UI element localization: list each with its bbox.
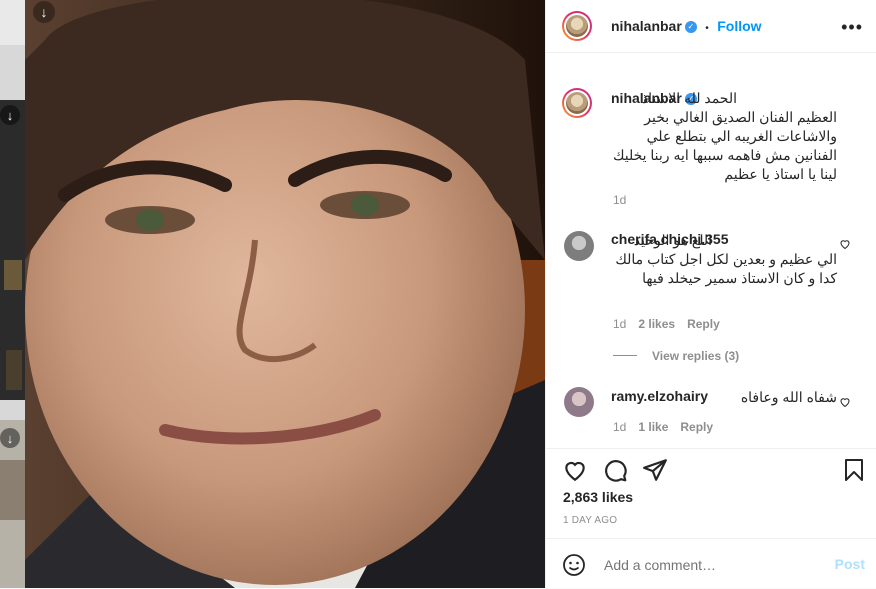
comment-likes[interactable]: 1 like xyxy=(638,420,668,434)
caption-timestamp: 1d xyxy=(613,193,627,207)
comment-timestamp: 1d xyxy=(613,317,627,331)
download-icon[interactable]: ↓ xyxy=(0,105,20,125)
download-icon[interactable]: ↓ xyxy=(0,428,20,448)
likes-count[interactable]: 2,863 likes xyxy=(563,489,633,505)
comment-likes[interactable]: 2 likes xyxy=(638,317,675,331)
like-comment-icon[interactable] xyxy=(839,238,851,250)
separator-dot: • xyxy=(705,23,709,34)
background-feed-strip: ↓ ↓ xyxy=(0,0,25,588)
comment-username[interactable]: ramy.elzohairy xyxy=(611,388,708,404)
reply-button[interactable]: Reply xyxy=(687,317,720,331)
comment-body: شفاه الله وعافاه xyxy=(740,389,837,405)
reply-button[interactable]: Reply xyxy=(680,420,713,434)
add-comment-bar: Post xyxy=(546,538,876,589)
caption-text: الحمد لله الاستاذ العظيم الفنان الصديق ا… xyxy=(611,89,837,184)
post-header: nihalanbar ✓ • Follow ••• xyxy=(546,0,876,53)
comment-meta: 1d 1 like Reply xyxy=(613,420,725,434)
background-tile xyxy=(0,100,25,400)
avatar[interactable] xyxy=(564,387,594,417)
emoji-icon[interactable] xyxy=(562,553,586,577)
post-comment-button[interactable]: Post xyxy=(835,556,865,572)
caption-body: الحمد لله الاستاذ العظيم الفنان الصديق ا… xyxy=(612,90,837,182)
comment-meta: 1d 2 likes Reply xyxy=(613,317,732,331)
share-icon[interactable] xyxy=(642,457,668,483)
heart-icon[interactable] xyxy=(562,457,588,483)
avatar[interactable] xyxy=(562,88,592,118)
download-icon[interactable]: ↓ xyxy=(33,1,55,23)
post-username[interactable]: nihalanbar xyxy=(611,18,682,34)
bookmark-icon[interactable] xyxy=(842,457,866,483)
post-date: 1 DAY AGO xyxy=(563,515,618,526)
comment-input[interactable] xyxy=(602,553,806,577)
post-side-panel: nihalanbar ✓ • Follow ••• nihalanbar ✓ الح… xyxy=(545,0,876,588)
verified-icon: ✓ xyxy=(684,20,697,33)
like-comment-icon[interactable] xyxy=(839,396,851,408)
more-options-icon[interactable]: ••• xyxy=(841,17,863,38)
comment-username[interactable]: cherifa.chichi.355 xyxy=(611,231,729,247)
avatar[interactable] xyxy=(564,231,594,261)
view-replies-button[interactable]: View replies (3) xyxy=(652,349,739,363)
portrait-image xyxy=(25,0,545,588)
background-tile xyxy=(0,0,25,45)
avatar[interactable] xyxy=(562,11,592,41)
post-photo xyxy=(25,0,545,588)
follow-button[interactable]: Follow xyxy=(717,18,761,34)
comments-section[interactable]: nihalanbar ✓ الحمد لله الاستاذ العظيم الف… xyxy=(546,53,876,448)
comment-icon[interactable] xyxy=(602,457,628,483)
comment-timestamp: 1d xyxy=(613,420,627,434)
replies-divider xyxy=(613,355,637,356)
